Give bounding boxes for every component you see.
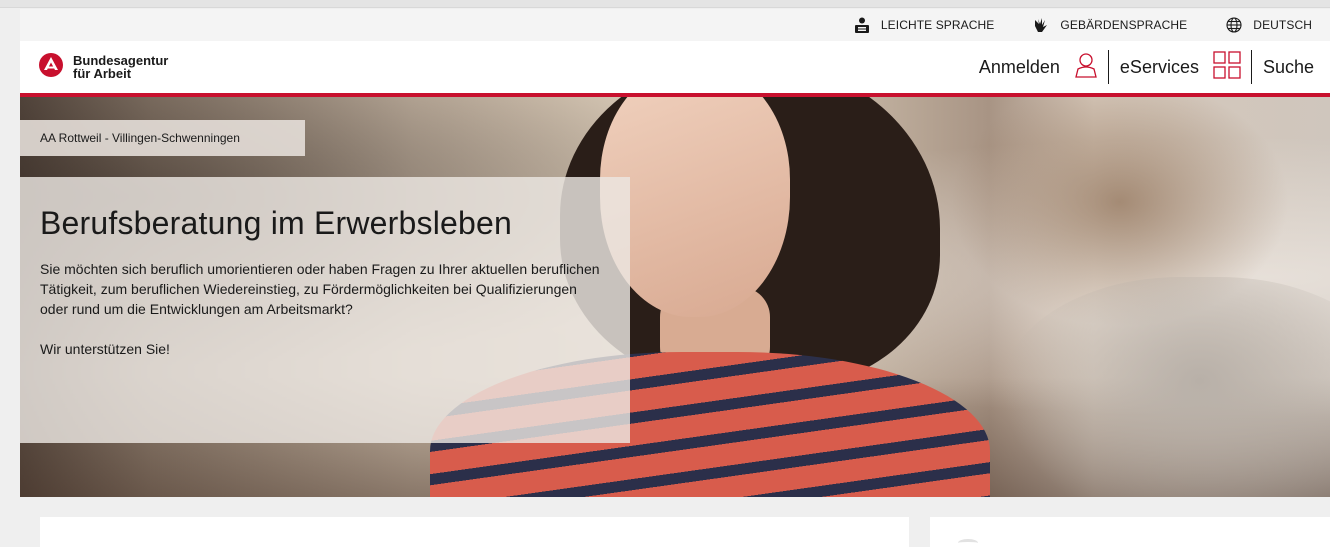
search-button[interactable]: Suche (1263, 57, 1314, 78)
hero-banner: AA Rottweil - Villingen-Schwenningen Ber… (20, 97, 1330, 497)
user-icon (1074, 52, 1098, 83)
content-card-main (40, 517, 909, 547)
site-header: Bundesagentur für Arbeit Anmelden eServi… (20, 41, 1330, 93)
browser-top-edge (0, 0, 1330, 8)
utility-bar: LEICHTE SPRACHE GEBÄRDENSPRACHE DEUTSCH (20, 9, 1330, 41)
ba-logo-icon (39, 52, 63, 82)
globe-icon (1225, 16, 1243, 34)
main-nav: Anmelden eServices Suche (979, 41, 1330, 93)
easy-language-link[interactable]: LEICHTE SPRACHE (833, 16, 1013, 34)
hero-text-box: Berufsberatung im Erwerbsleben Sie möcht… (20, 177, 630, 443)
sign-language-label: GEBÄRDENSPRACHE (1060, 18, 1188, 32)
card-icon (958, 539, 978, 547)
logo-line2: für Arbeit (73, 66, 132, 81)
search-label: Suche (1262, 56, 1314, 77)
easy-language-label: LEICHTE SPRACHE (880, 18, 995, 32)
eservices-button[interactable]: eServices (1119, 50, 1241, 84)
nav-separator (1250, 50, 1252, 84)
grid-icon (1213, 50, 1241, 84)
language-label: DEUTSCH (1253, 18, 1312, 32)
page-title: Berufsberatung im Erwerbsleben (40, 205, 513, 241)
content-card-side (930, 517, 1330, 547)
logo-text: Bundesagentur für Arbeit (73, 54, 168, 80)
sign-language-link[interactable]: GEBÄRDENSPRACHE (1012, 16, 1205, 34)
nav-separator (1107, 50, 1109, 84)
hero-description: Sie möchten sich beruflich umorientieren… (40, 261, 600, 317)
location-badge: AA Rottweil - Villingen-Schwenningen (20, 120, 305, 156)
ba-logo[interactable]: Bundesagentur für Arbeit (20, 52, 168, 82)
easy-language-icon (853, 16, 871, 34)
eservices-label: eServices (1119, 56, 1199, 77)
language-switcher[interactable]: DEUTSCH (1205, 16, 1330, 34)
login-label: Anmelden (978, 56, 1060, 77)
hero-tagline: Wir unterstützen Sie! (40, 341, 170, 357)
login-button[interactable]: Anmelden (979, 52, 1098, 83)
sign-language-icon (1032, 16, 1050, 34)
